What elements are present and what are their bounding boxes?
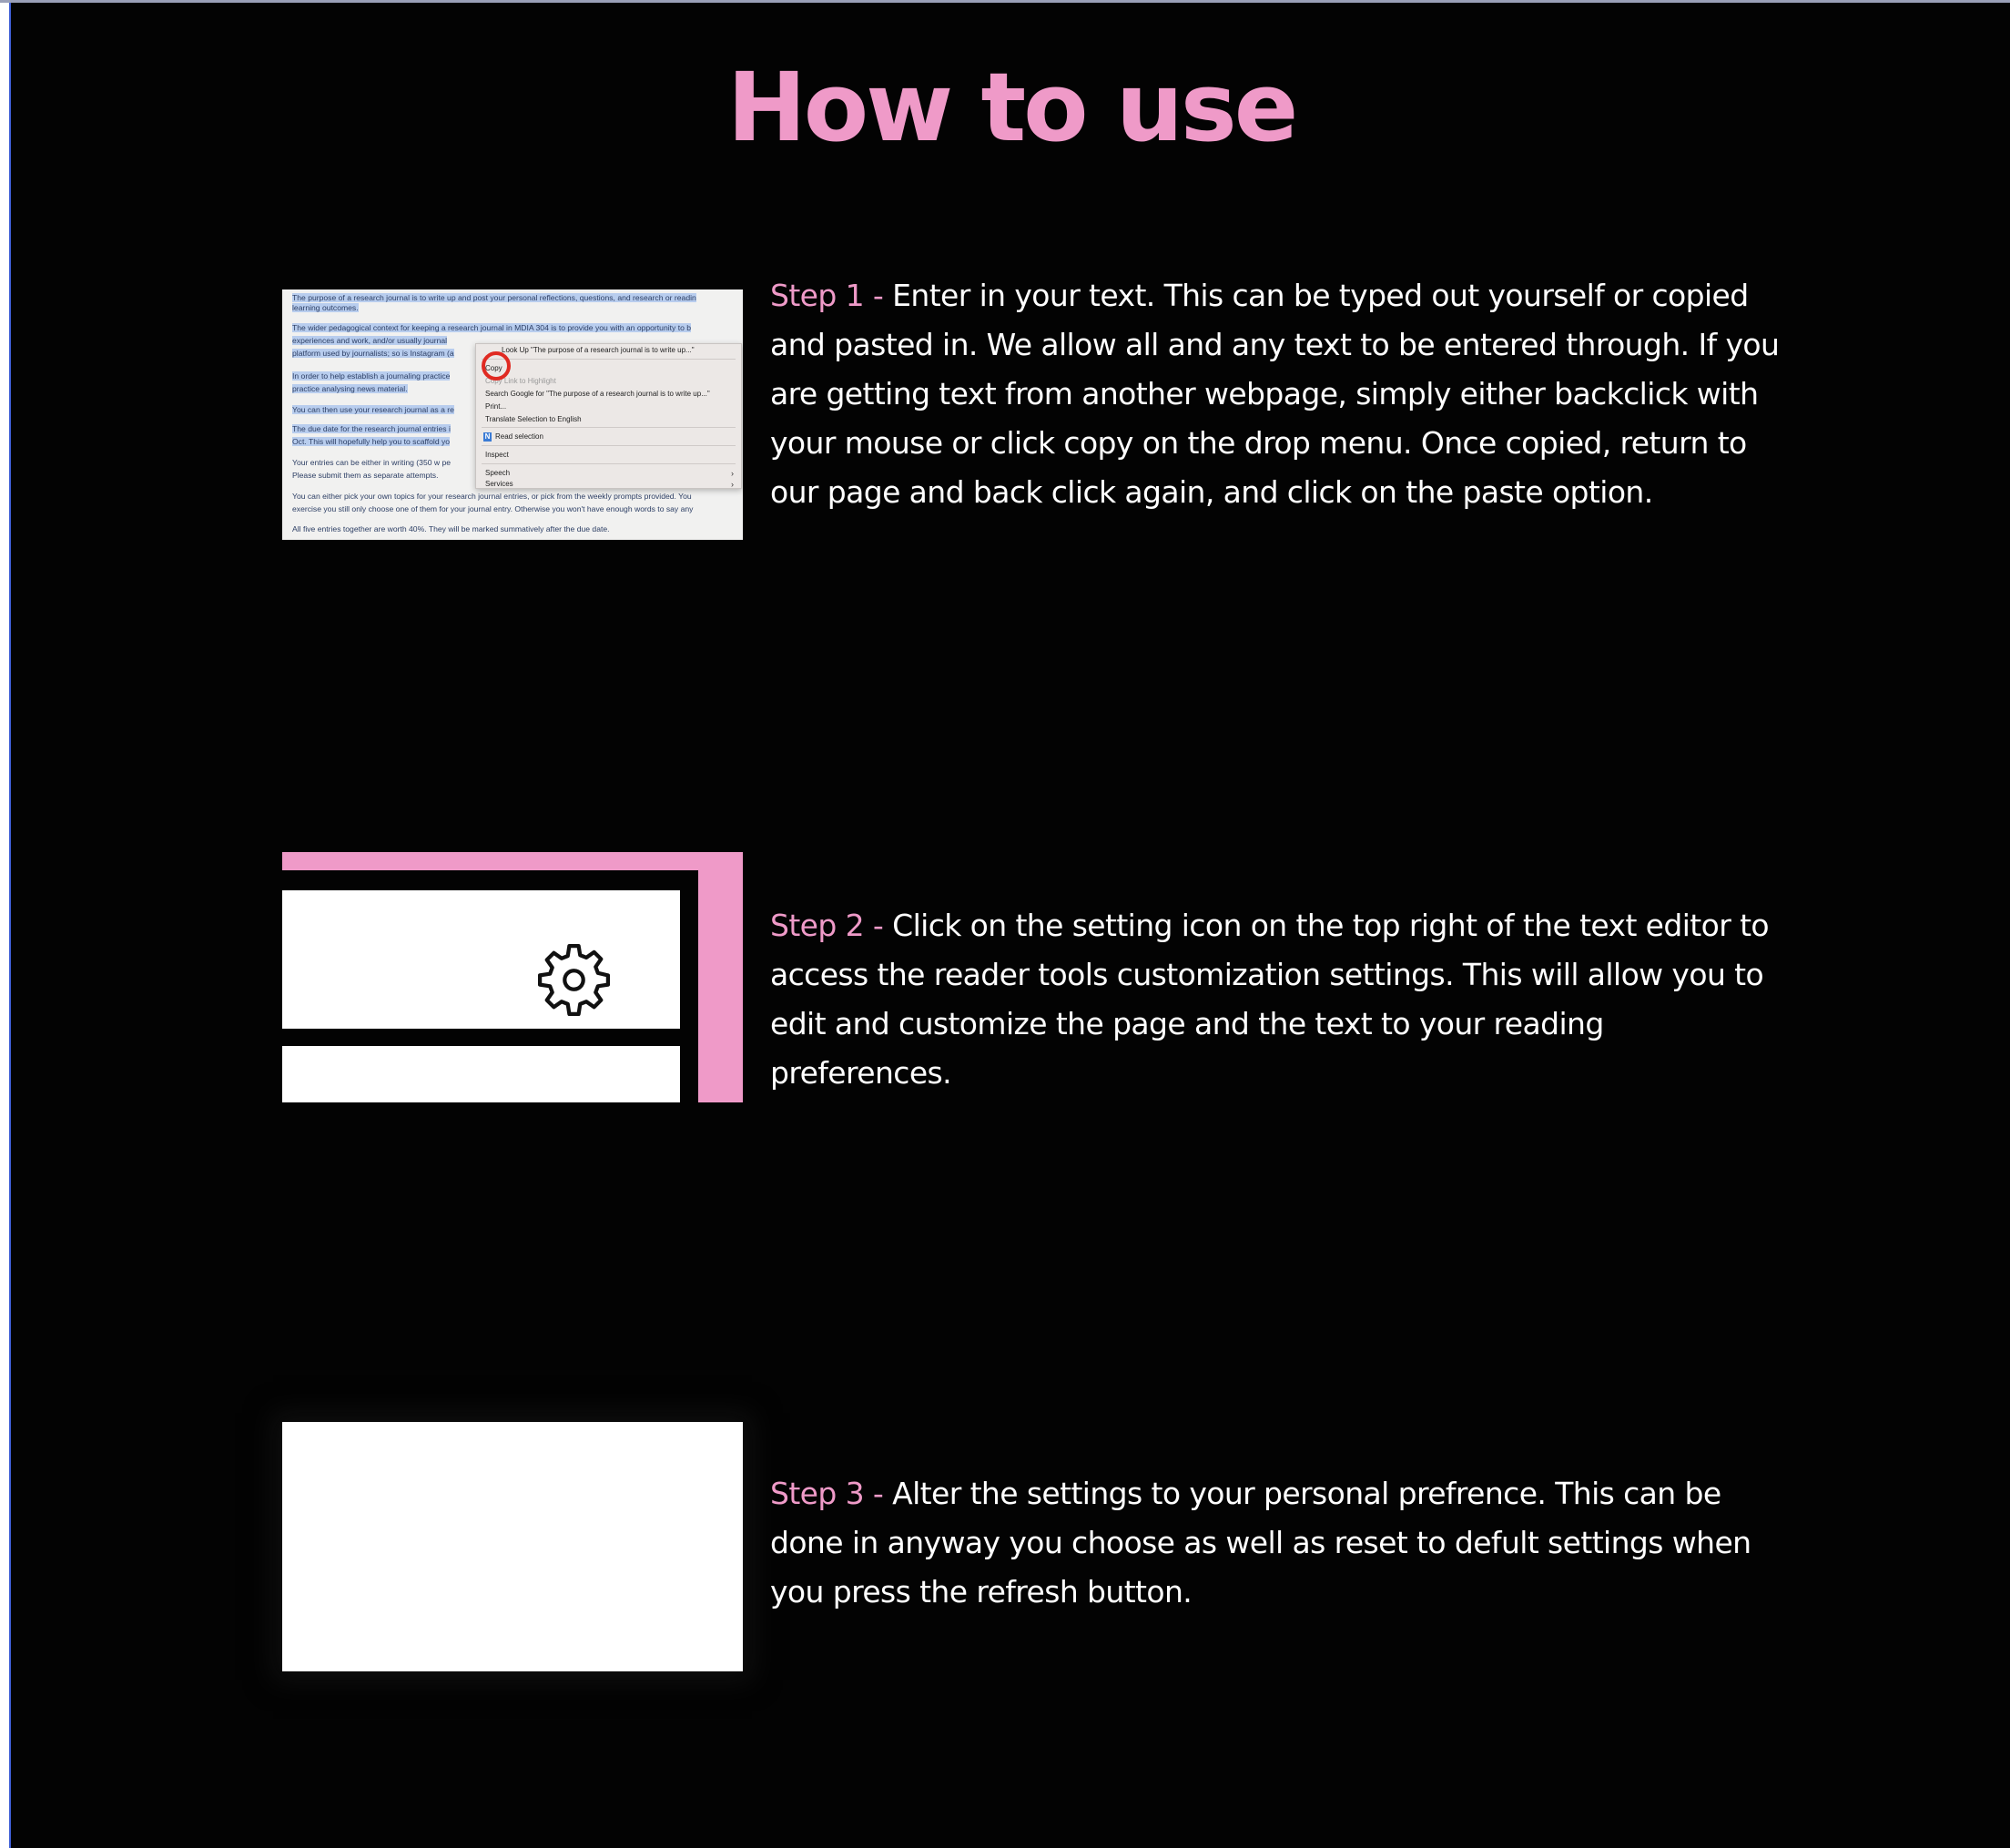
highlight-circle-icon: [482, 351, 511, 381]
step1-description: Enter in your text. This can be typed ou…: [770, 278, 1780, 510]
doc-line: practice analysing news material.: [292, 384, 408, 393]
editor-body-panel: [282, 1046, 680, 1102]
gear-icon: [537, 943, 611, 1017]
menu-separator: [482, 359, 736, 360]
doc-line: You can either pick your own topics for …: [292, 492, 692, 501]
submenu-arrow-icon: ›: [731, 469, 734, 478]
doc-line: The due date for the research journal en…: [292, 424, 451, 433]
editor-toolbar-panel: [282, 890, 680, 1029]
doc-line: In order to help establish a journaling …: [292, 371, 451, 381]
doc-line: Your entries can be either in writing (3…: [292, 458, 452, 467]
menu-item-lookup: Look Up "The purpose of a research journ…: [502, 346, 695, 354]
how-to-use-page: How to use The purpose of a research jou…: [9, 3, 2010, 1848]
doc-line: The wider pedagogical context for keepin…: [292, 323, 692, 332]
step1-screenshot: The purpose of a research journal is to …: [282, 289, 743, 540]
pink-frame-top: [282, 852, 743, 870]
step2-label: Step 2 -: [770, 908, 884, 943]
doc-line: experiences and work, and/or usually jou…: [292, 336, 448, 345]
menu-separator: [482, 427, 736, 428]
doc-line: All five entries together are worth 40%.…: [292, 524, 610, 533]
doc-line: You can then use your research journal a…: [292, 405, 454, 414]
doc-line: exercise you still only choose one of th…: [292, 504, 694, 513]
step2-description: Click on the setting icon on the top rig…: [770, 908, 1770, 1091]
menu-item-read-selection: Read selection: [495, 432, 543, 441]
step1-label: Step 1 -: [770, 278, 884, 313]
step3-label: Step 3 -: [770, 1476, 884, 1511]
step3-text: Step 3 - Alter the settings to your pers…: [770, 1469, 1790, 1617]
doc-line: platform used by journalists; so is Inst…: [292, 349, 454, 358]
step2-screenshot: [282, 852, 743, 1102]
menu-separator: [482, 463, 736, 464]
menu-separator: [482, 445, 736, 446]
pink-frame-right: [698, 852, 743, 1102]
doc-line: Please submit them as separate attempts.: [292, 471, 439, 480]
menu-item-print: Print...: [485, 402, 507, 411]
menu-item-speech: Speech: [485, 469, 511, 477]
page-title: How to use: [726, 52, 1299, 163]
submenu-arrow-icon: ›: [731, 480, 734, 489]
context-menu: Look Up "The purpose of a research journ…: [475, 343, 742, 489]
step1-text: Step 1 - Enter in your text. This can be…: [770, 271, 1790, 517]
step3-description: Alter the settings to your personal pref…: [770, 1476, 1751, 1609]
doc-line: learning outcomes.: [292, 303, 359, 312]
doc-line: Oct. This will hopefully help you to sca…: [292, 437, 451, 446]
reader-n-icon: N: [483, 432, 492, 442]
menu-item-search: Search Google for "The purpose of a rese…: [485, 390, 710, 398]
step2-text: Step 2 - Click on the setting icon on th…: [770, 901, 1790, 1098]
menu-item-inspect: Inspect: [485, 451, 509, 459]
menu-item-translate: Translate Selection to English: [485, 415, 582, 423]
step3-image: [282, 1422, 743, 1671]
menu-item-services: Services: [485, 480, 513, 488]
doc-line: The purpose of a research journal is to …: [292, 293, 696, 302]
